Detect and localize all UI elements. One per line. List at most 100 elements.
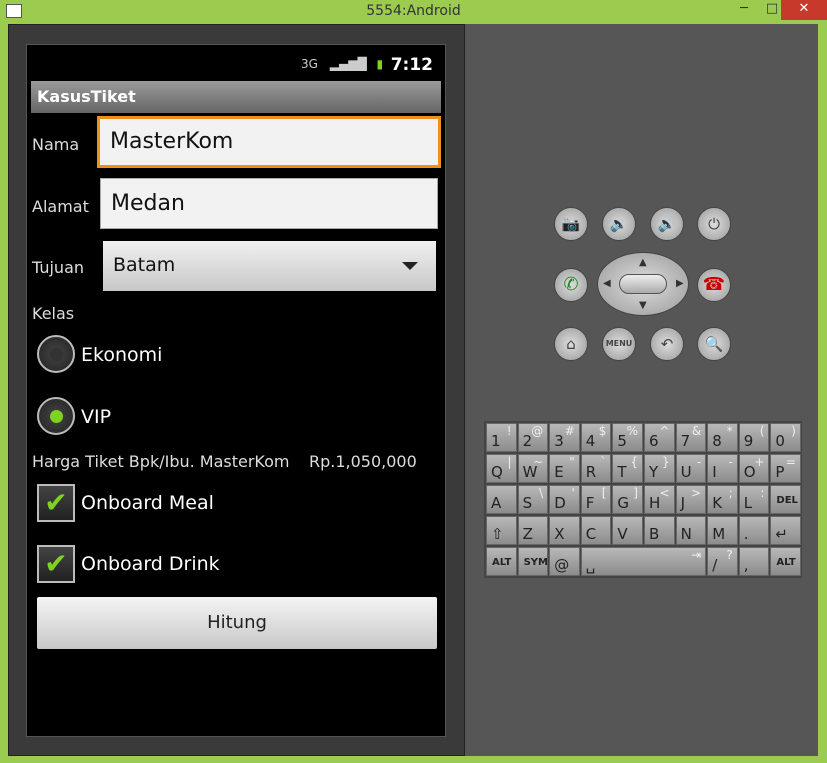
key-3[interactable]: 3 # bbox=[549, 423, 580, 452]
dpad[interactable]: ▲ ▼ ◀ ▶ bbox=[597, 252, 689, 316]
key-x[interactable]: X bbox=[549, 516, 580, 545]
minimize-button[interactable]: ─ bbox=[730, 0, 758, 20]
search-button[interactable]: 🔍 bbox=[697, 327, 731, 361]
ekonomi-radio[interactable] bbox=[37, 335, 75, 373]
onboard-drink-checkbox[interactable]: ✔ bbox=[37, 545, 75, 583]
status-icons: 3G ▂▄▆█ ▮ bbox=[301, 57, 383, 71]
call-button[interactable]: ✆ bbox=[554, 268, 588, 302]
camera-button[interactable]: 📷 bbox=[554, 207, 588, 241]
onboard-meal-label[interactable]: Onboard Meal bbox=[81, 492, 214, 514]
key-n[interactable]: N bbox=[675, 516, 707, 545]
key-k[interactable]: K; bbox=[707, 485, 738, 514]
nama-input[interactable]: MasterKom bbox=[97, 116, 441, 168]
key-.[interactable]: . bbox=[738, 516, 770, 545]
key-h[interactable]: H < bbox=[644, 485, 675, 514]
key-label: ␣ bbox=[585, 556, 596, 574]
vip-radio[interactable] bbox=[37, 397, 75, 435]
key-7[interactable]: 7 & bbox=[675, 423, 707, 452]
key-,[interactable]: , bbox=[738, 547, 770, 576]
key-w[interactable]: W ~ bbox=[517, 454, 549, 483]
key-alt-label: % bbox=[626, 424, 638, 438]
key-z[interactable]: Z bbox=[517, 516, 549, 545]
key-c[interactable]: C bbox=[580, 516, 612, 545]
key-label: Q bbox=[491, 463, 503, 481]
alt-key[interactable]: ALT bbox=[770, 547, 801, 576]
dpad-left-icon[interactable]: ◀ bbox=[603, 278, 611, 289]
dpad-center-button[interactable] bbox=[619, 274, 667, 294]
key-d[interactable]: D ' bbox=[549, 485, 580, 514]
dpad-right-icon[interactable]: ▶ bbox=[676, 278, 684, 289]
key-label: S bbox=[522, 494, 533, 512]
close-button[interactable]: ✕ bbox=[781, 0, 827, 20]
alamat-input[interactable]: Medan bbox=[100, 178, 438, 229]
key-q[interactable]: Q | bbox=[486, 454, 517, 483]
3g-icon: 3G bbox=[301, 57, 318, 71]
key-i[interactable]: I- bbox=[707, 454, 738, 483]
enter-key[interactable]: ↵ bbox=[770, 516, 801, 545]
sym-key[interactable]: SYM bbox=[517, 547, 549, 576]
key-label: ⇧ bbox=[491, 525, 504, 543]
back-button[interactable]: ↶ bbox=[650, 327, 684, 361]
power-button[interactable]: ⏻ bbox=[697, 207, 731, 241]
key-f[interactable]: F[ bbox=[580, 485, 612, 514]
key-p[interactable]: P = bbox=[770, 454, 801, 483]
onboard-drink-label[interactable]: Onboard Drink bbox=[81, 553, 220, 575]
key-8[interactable]: 8 * bbox=[707, 423, 738, 452]
key-4[interactable]: 4 $ bbox=[580, 423, 612, 452]
key-/[interactable]: /? bbox=[707, 547, 738, 576]
alt-key[interactable]: ALT bbox=[486, 547, 517, 576]
volume-down-button[interactable]: 🔉 bbox=[602, 207, 636, 241]
key-l[interactable]: L: bbox=[738, 485, 770, 514]
key-r[interactable]: R ` bbox=[580, 454, 612, 483]
key-alt-label: ^ bbox=[659, 424, 670, 438]
key-2[interactable]: 2 @ bbox=[517, 423, 549, 452]
space-key[interactable]: ␣ ⇥ bbox=[580, 547, 707, 576]
key-o[interactable]: O + bbox=[738, 454, 770, 483]
home-button[interactable]: ⌂ bbox=[554, 327, 588, 361]
key-0[interactable]: 0) bbox=[770, 423, 801, 452]
key-alt-label: ! bbox=[506, 424, 512, 438]
key-e[interactable]: E " bbox=[549, 454, 580, 483]
key-u[interactable]: U- bbox=[675, 454, 707, 483]
key-alt-label: # bbox=[564, 424, 575, 438]
key-label: 7 bbox=[680, 432, 691, 450]
volume-up-button[interactable]: 🔊 bbox=[650, 207, 684, 241]
key-s[interactable]: S \ bbox=[517, 485, 549, 514]
dropdown-arrow-icon bbox=[402, 262, 418, 270]
shift-key[interactable]: ⇧ bbox=[486, 516, 517, 545]
menu-button[interactable]: MENU bbox=[602, 327, 636, 361]
window-title: 5554:Android bbox=[366, 3, 461, 19]
key-j[interactable]: J > bbox=[675, 485, 707, 514]
key-b[interactable]: B bbox=[644, 516, 675, 545]
status-time: 7:12 bbox=[390, 55, 433, 75]
key-label: ↵ bbox=[775, 525, 788, 543]
key-alt-label: } bbox=[661, 455, 670, 469]
tujuan-spinner[interactable]: Batam bbox=[103, 241, 436, 291]
hitung-button[interactable]: Hitung bbox=[37, 597, 437, 649]
key-label: 1 bbox=[491, 432, 501, 450]
dpad-up-icon[interactable]: ▲ bbox=[639, 257, 647, 268]
key-v[interactable]: V bbox=[612, 516, 643, 545]
key-alt-label: ? bbox=[726, 548, 733, 562]
tujuan-value: Batam bbox=[113, 254, 176, 276]
vip-label[interactable]: VIP bbox=[81, 406, 111, 428]
key-1[interactable]: 1! bbox=[486, 423, 517, 452]
ekonomi-label[interactable]: Ekonomi bbox=[81, 344, 162, 366]
key-g[interactable]: G] bbox=[612, 485, 643, 514]
key-y[interactable]: Y} bbox=[644, 454, 675, 483]
key-label: . bbox=[743, 525, 749, 543]
key-5[interactable]: 5% bbox=[612, 423, 643, 452]
onboard-meal-checkbox[interactable]: ✔ bbox=[37, 484, 75, 522]
delete-key[interactable]: DEL bbox=[770, 485, 801, 514]
key-label: E bbox=[554, 463, 564, 481]
key-t[interactable]: T{ bbox=[612, 454, 643, 483]
end-call-button[interactable]: ☎ bbox=[697, 268, 731, 302]
key-a[interactable]: A bbox=[486, 485, 517, 514]
key-9[interactable]: 9( bbox=[738, 423, 770, 452]
key-@[interactable]: @ bbox=[549, 547, 580, 576]
key-6[interactable]: 6 ^ bbox=[644, 423, 675, 452]
key-label: M bbox=[712, 525, 726, 543]
dpad-down-icon[interactable]: ▼ bbox=[639, 300, 647, 311]
key-m[interactable]: M bbox=[707, 516, 738, 545]
key-alt-label: ; bbox=[728, 486, 733, 500]
